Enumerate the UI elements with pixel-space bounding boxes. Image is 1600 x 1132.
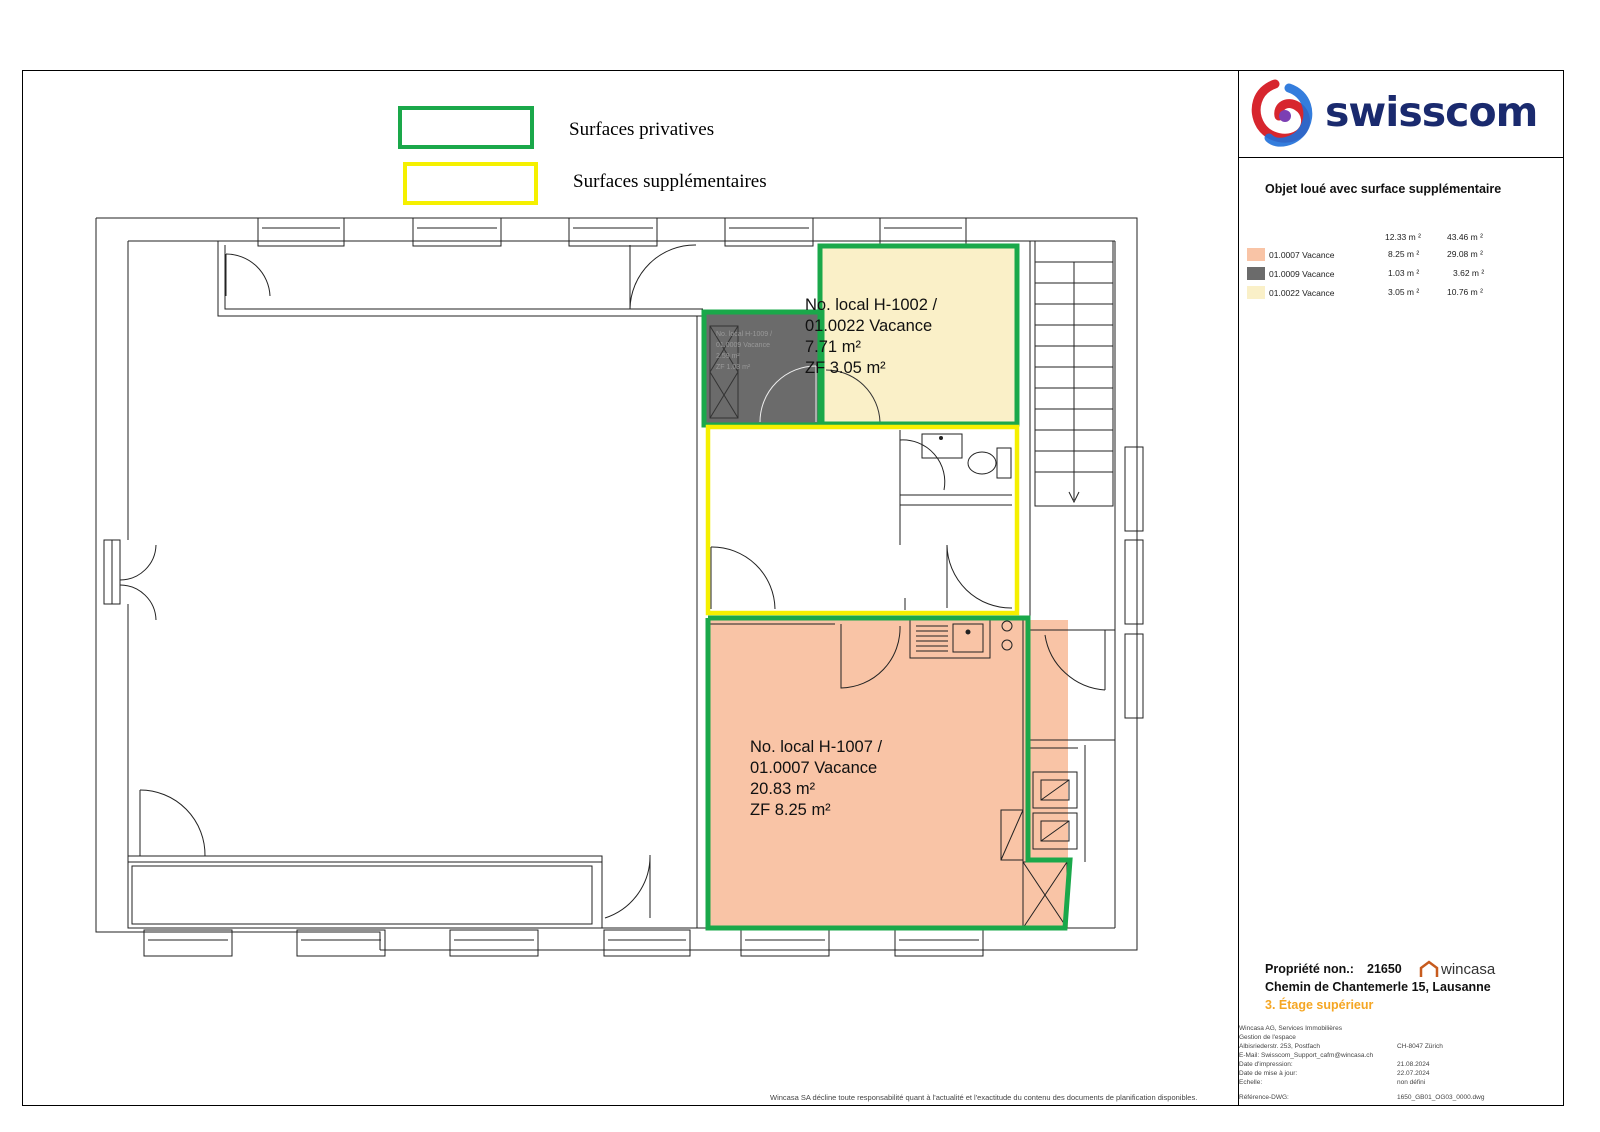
bottom-counter	[128, 789, 651, 928]
bottom-windows	[143, 929, 984, 957]
row-0009-a: 1.03 m ²	[1388, 268, 1420, 278]
top-counter	[217, 241, 703, 317]
address: Chemin de Chantemerle 15, Lausanne	[1265, 980, 1491, 994]
print-date: 21.08.2024	[1397, 1061, 1430, 1068]
right-windows	[1124, 446, 1144, 719]
row-0022-b: 10.76 m ²	[1447, 287, 1483, 297]
email: E-Mail: Swisscom_Support_cafm@wincasa.ch	[1239, 1052, 1374, 1059]
update-date: 22.07.2024	[1397, 1070, 1430, 1077]
room-h1007-area: 20.83 m²	[750, 780, 816, 798]
room-h1002-label: No. local H-1002 / 01.0022 Vacance 7.71 …	[805, 295, 937, 379]
room-h1009-label-4: ZF 1.03 m²	[716, 364, 751, 371]
swatch-0007	[1247, 248, 1265, 261]
row-0022-label: 01.0022 Vacance	[1269, 288, 1335, 298]
dwg-ref-label: Référence-DWG:	[1239, 1094, 1289, 1101]
row-0022-a: 3.05 m ²	[1388, 287, 1420, 297]
dwg-ref: 1650_GB01_OG03_0000.dwg	[1397, 1094, 1485, 1101]
property-label: Propriété non.:	[1265, 962, 1354, 976]
row-0007-label: 01.0007 Vacance	[1269, 250, 1335, 260]
room-h1002-number: No. local H-1002 /	[805, 296, 938, 314]
row-0009-b: 3.62 m ²	[1453, 268, 1485, 278]
room-h1007-zf: ZF 8.25 m²	[750, 801, 831, 819]
scale-value: non défini	[1397, 1079, 1426, 1086]
row-0009-label: 01.0009 Vacance	[1269, 269, 1335, 279]
supplementary-outline	[705, 424, 1020, 616]
city: CH-8047 Zürich	[1397, 1043, 1443, 1050]
wincasa-brand: wincasa	[1441, 961, 1496, 978]
row-0007-b: 29.08 m ²	[1447, 249, 1483, 259]
property-number: 21650	[1367, 962, 1402, 976]
row-0007-a: 8.25 m ²	[1388, 249, 1420, 259]
table-head-b: 43.46 m ²	[1447, 232, 1483, 242]
table-head-a: 12.33 m ²	[1385, 232, 1421, 242]
room-h1007-label: No. local H-1007 / 01.0007 Vacance 20.83…	[750, 737, 882, 821]
room-h1002-area: 7.71 m²	[805, 338, 861, 356]
floor: 3. Étage supérieur	[1265, 998, 1374, 1012]
swatch-0022	[1247, 286, 1265, 299]
staircase	[1034, 240, 1114, 507]
logo-box: swisscom	[1239, 70, 1564, 158]
room-h1009-label-3: 2.59 m²	[716, 353, 740, 360]
company: Wincasa AG, Services Immobilières	[1239, 1025, 1342, 1032]
room-h1002-zf: ZF 3.05 m²	[805, 359, 886, 377]
top-windows	[257, 217, 967, 247]
left-door	[119, 544, 157, 621]
print-date-label: Date d'impression:	[1239, 1061, 1293, 1068]
update-date-label: Date de mise à jour:	[1239, 1070, 1298, 1077]
disclaimer: Wincasa SA décline toute responsabilité …	[770, 1093, 1198, 1102]
side-title: Objet loué avec surface supplémentaire	[1265, 182, 1502, 196]
room-h1009-label-2: 01.0009 Vacance	[716, 342, 770, 349]
room-h1009-label-1: No. local H-1009 /	[716, 331, 772, 338]
room-h1007-number: No. local H-1007 /	[750, 738, 883, 756]
scale-label: Echelle:	[1239, 1079, 1263, 1086]
title-block: swisscom Objet loué avec surface supplém…	[1238, 70, 1564, 1106]
wincasa-house-icon	[1419, 960, 1439, 977]
room-h1002-status: 01.0022 Vacance	[805, 317, 933, 335]
swisscom-logo-icon	[1251, 79, 1313, 147]
department: Gestion de l'espace	[1239, 1034, 1296, 1041]
street: Albisriederstr. 253, Postfach	[1239, 1043, 1320, 1050]
swatch-0009	[1247, 267, 1265, 280]
brand-name: swisscom	[1325, 88, 1538, 136]
room-h1007-status: 01.0007 Vacance	[750, 759, 878, 777]
